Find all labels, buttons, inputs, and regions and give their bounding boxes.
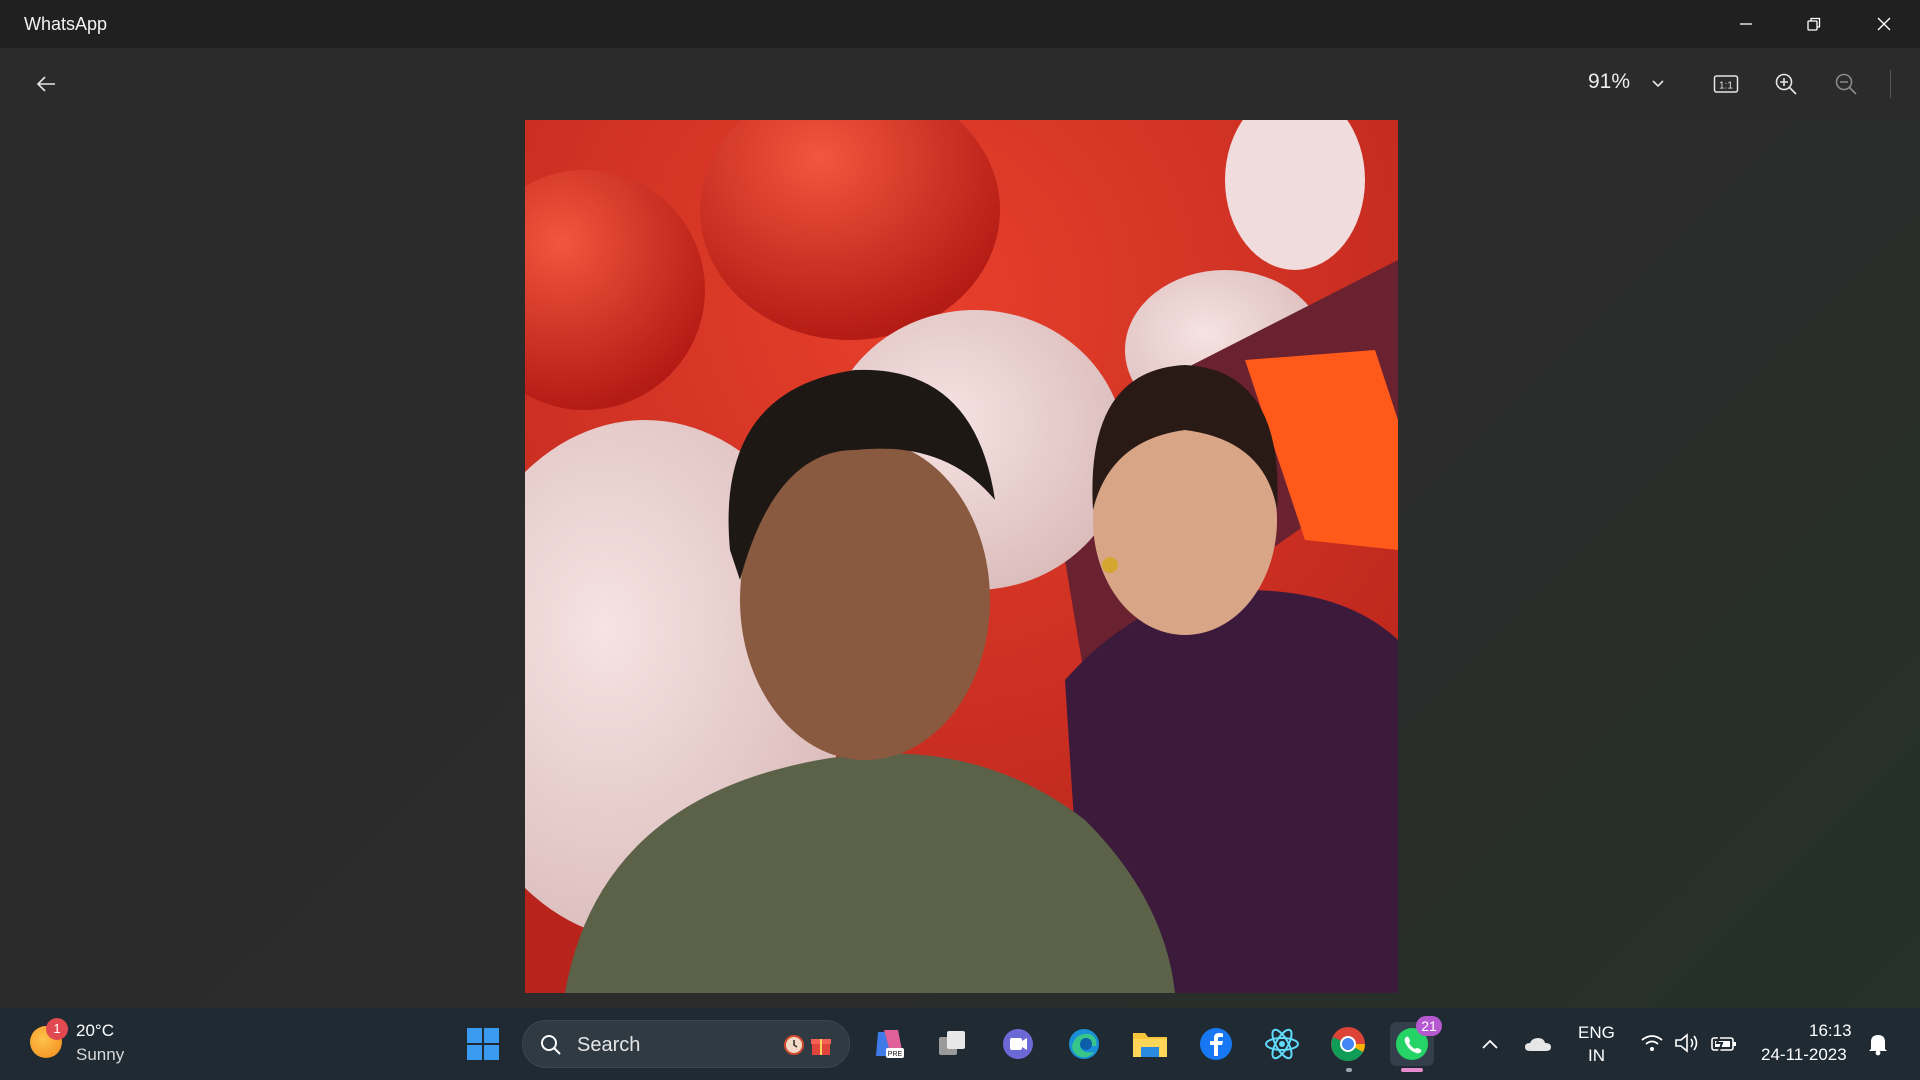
svg-text:1:1: 1:1: [1719, 81, 1733, 92]
react-icon: [1265, 1028, 1299, 1060]
back-arrow-icon: [36, 76, 55, 92]
weather-badge: 1: [46, 1018, 68, 1040]
photo-image: [525, 120, 1398, 993]
image-canvas: [0, 120, 1920, 1008]
taskbar-search[interactable]: Search: [522, 1020, 850, 1068]
facebook-button[interactable]: [1194, 1022, 1238, 1066]
edge-icon: [1069, 1029, 1099, 1059]
weather-temp[interactable]: 20°C: [76, 1021, 114, 1041]
zoom-dropdown[interactable]: [1646, 70, 1670, 98]
onedrive-icon: [1525, 1038, 1551, 1051]
zoom-out-button[interactable]: [1826, 66, 1866, 102]
close-button[interactable]: [1850, 0, 1918, 48]
image-viewer-window: WhatsApp 91% 1:1: [0, 0, 1920, 1008]
minimize-button[interactable]: [1712, 0, 1780, 48]
volume-icon: [1675, 1033, 1698, 1053]
viewer-toolbar: [0, 48, 1920, 120]
clock-time[interactable]: 16:13: [1809, 1021, 1852, 1041]
actual-size-icon: 1:1: [1713, 75, 1739, 93]
window-title: WhatsApp: [24, 14, 108, 34]
close-icon: [1877, 17, 1891, 31]
photo[interactable]: [525, 120, 1398, 993]
svg-text:PRE: PRE: [888, 1051, 903, 1058]
whatsapp-badge: 21: [1416, 1016, 1442, 1036]
back-button[interactable]: [26, 64, 66, 104]
chrome-button[interactable]: [1326, 1022, 1370, 1066]
zoom-level[interactable]: 91%: [1588, 70, 1630, 94]
windows-start-icon: [467, 1028, 499, 1060]
language-code[interactable]: ENG: [1578, 1023, 1615, 1043]
search-highlight-gift-icon: [809, 1033, 833, 1057]
copilot-button[interactable]: PRE: [866, 1022, 910, 1066]
file-explorer-button[interactable]: [1128, 1022, 1172, 1066]
minimize-icon: [1740, 23, 1752, 25]
notifications-button[interactable]: [1860, 1022, 1896, 1066]
copilot-icon: PRE: [876, 1030, 904, 1058]
search-highlight-clock-icon: [781, 1031, 807, 1057]
show-hidden-icons-icon: [1482, 1039, 1498, 1049]
task-view-button[interactable]: [930, 1022, 974, 1066]
wifi-icon: [1641, 1035, 1663, 1051]
zoom-in-button[interactable]: [1766, 66, 1806, 102]
onedrive-button[interactable]: [1518, 1022, 1558, 1066]
file-explorer-icon: [1133, 1033, 1167, 1057]
clock-date[interactable]: 24-11-2023: [1761, 1045, 1847, 1065]
teams-icon: [1003, 1029, 1033, 1059]
chevron-down-icon: [1652, 80, 1664, 88]
task-view-icon: [939, 1031, 965, 1055]
quick-settings[interactable]: [1640, 1032, 1738, 1054]
teams-button[interactable]: [996, 1022, 1040, 1066]
restore-icon: [1807, 17, 1821, 31]
start-button[interactable]: [461, 1022, 505, 1066]
search-icon: [541, 1035, 561, 1055]
whatsapp-active-indicator: [1401, 1068, 1423, 1072]
zoom-in-icon: [1775, 73, 1797, 95]
title-bar: WhatsApp: [0, 0, 1920, 48]
battery-icon: [1711, 1034, 1736, 1052]
actual-size-button[interactable]: 1:1: [1706, 66, 1746, 102]
react-app-button[interactable]: [1260, 1022, 1304, 1066]
zoom-out-icon: [1835, 73, 1857, 95]
edge-button[interactable]: [1062, 1022, 1106, 1066]
search-placeholder: Search: [577, 1034, 641, 1056]
show-hidden-icons-button[interactable]: [1468, 1022, 1512, 1066]
toolbar-divider: [1890, 70, 1891, 98]
chrome-icon: [1331, 1027, 1365, 1062]
language-region[interactable]: IN: [1588, 1046, 1605, 1066]
restore-button[interactable]: [1780, 0, 1848, 48]
facebook-icon: [1200, 1028, 1232, 1060]
notification-bell-icon: [1869, 1035, 1887, 1056]
chrome-running-indicator: [1346, 1068, 1352, 1072]
weather-condition[interactable]: Sunny: [76, 1045, 124, 1065]
